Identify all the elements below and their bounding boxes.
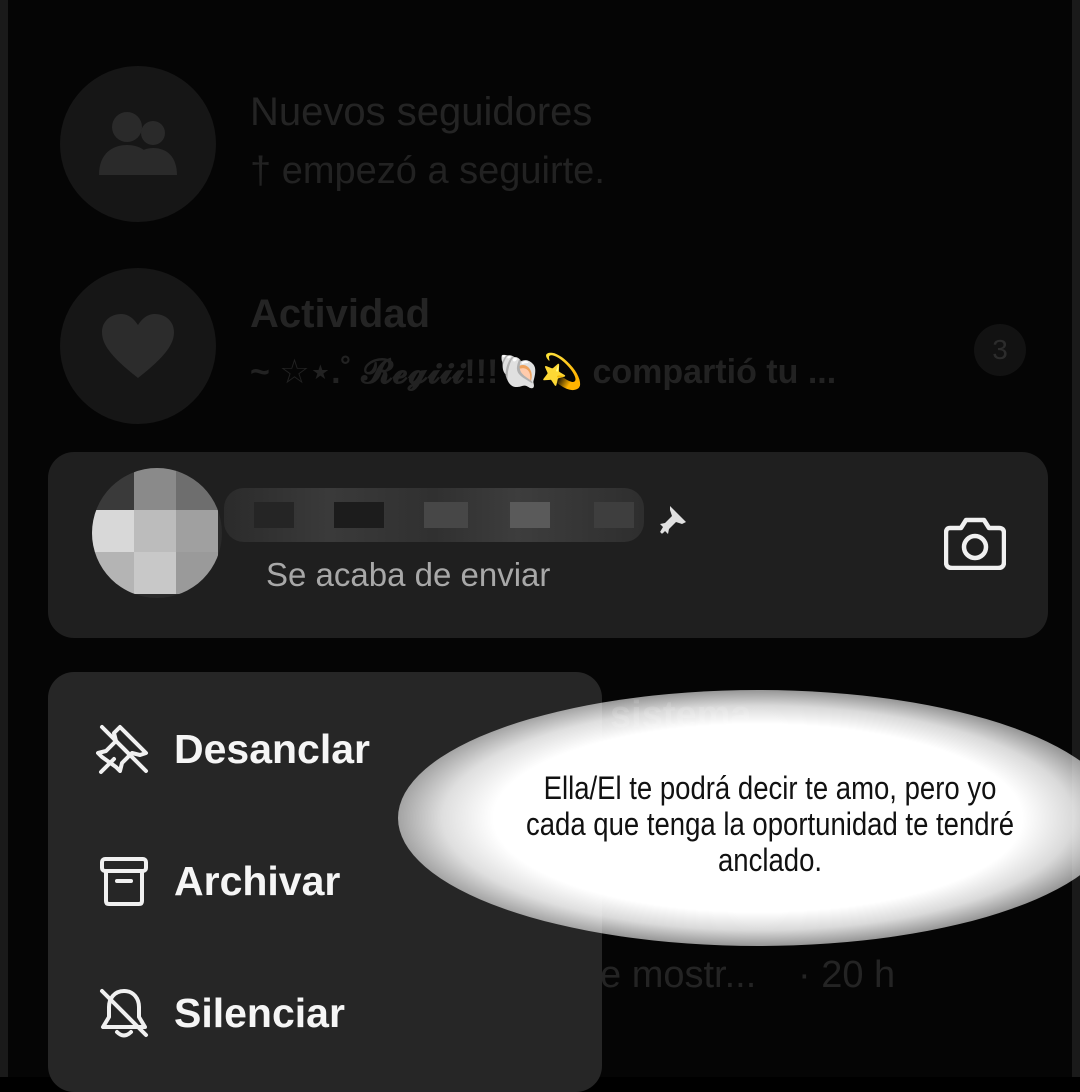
activity-title: Actividad	[250, 292, 431, 336]
chat-status: Se acaba de enviar	[266, 556, 551, 593]
avatar	[92, 468, 222, 598]
left-edge	[0, 0, 8, 1077]
heart-icon	[102, 314, 174, 378]
redacted-username	[224, 488, 644, 542]
row3-time: · 20 h	[798, 954, 896, 996]
activity-avatar	[60, 268, 216, 424]
pinned-chat-card[interactable]: Se acaba de enviar	[48, 452, 1048, 638]
people-icon	[99, 112, 177, 175]
archive-label: Archivar	[174, 857, 341, 904]
row3-subtitle-fragment: e mostr...	[600, 954, 757, 996]
unpin-icon	[96, 725, 148, 774]
activity-count-badge: 3	[974, 324, 1026, 376]
mute-label: Silenciar	[174, 989, 345, 1036]
mute-menu-item[interactable]: Silenciar	[48, 958, 602, 1068]
new-followers-row[interactable]: Nuevos seguidores † empezó a seguirte.	[60, 66, 1040, 222]
camera-icon[interactable]	[944, 516, 1006, 570]
new-followers-avatar	[60, 66, 216, 222]
pin-icon	[660, 506, 686, 534]
activity-subtitle: ~ ☆⋆.˚ 𝓡𝓮𝓰𝓲𝓲𝓲!!!🐚💫 compartió tu ...	[250, 353, 837, 391]
right-edge	[1072, 0, 1080, 1077]
new-followers-subtitle: † empezó a seguirte.	[250, 150, 605, 192]
activity-row[interactable]: Actividad ~ ☆⋆.˚ 𝓡𝓮𝓰𝓲𝓲𝓲!!!🐚💫 compartió t…	[60, 268, 1040, 424]
unpin-label: Desanclar	[174, 725, 371, 772]
archive-icon	[100, 857, 148, 906]
overlay-caption: Ella/El te podrá decir te amo, pero yo c…	[525, 770, 1015, 878]
bell-off-icon	[100, 989, 148, 1038]
new-followers-title: Nuevos seguidores	[250, 90, 593, 134]
